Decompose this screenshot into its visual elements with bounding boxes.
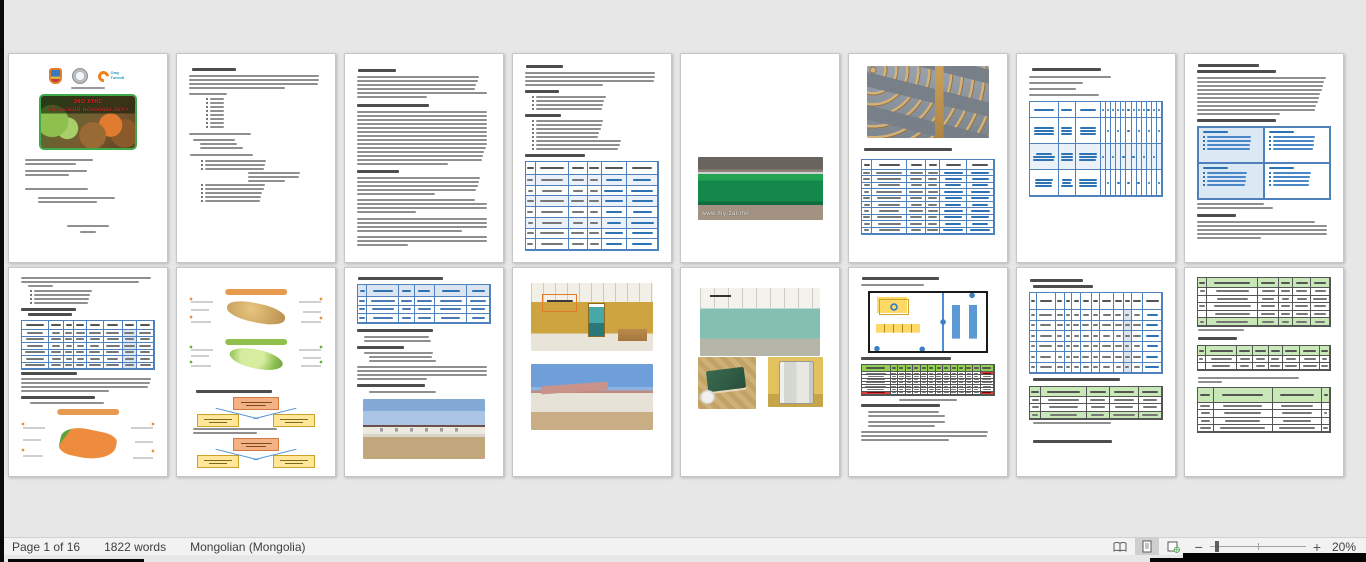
document-page-9[interactable] <box>8 267 168 477</box>
document-page-7[interactable] <box>1016 53 1176 263</box>
zoom-controls: − + 20% <box>1195 540 1356 554</box>
document-table <box>525 161 659 251</box>
round-logo <box>71 68 88 84</box>
document-table <box>1197 387 1331 433</box>
zoom-out-button[interactable]: − <box>1195 540 1203 554</box>
logo-label: Оюу Толгой <box>110 70 125 80</box>
document-table <box>1197 277 1331 327</box>
read-mode-icon <box>1113 541 1127 552</box>
read-mode-button[interactable] <box>1108 538 1132 555</box>
language-indicator[interactable]: Mongolian (Mongolia) <box>190 540 305 554</box>
status-bar-left: Page 1 of 16 1822 words Mongolian (Mongo… <box>4 540 306 554</box>
photo-watermark: www.my-zar.mn <box>701 211 750 217</box>
fridge-photo <box>767 357 823 407</box>
document-table <box>861 159 995 235</box>
logo-row: Оюу Толгой <box>21 67 155 85</box>
carrot-infographic <box>21 408 155 474</box>
document-page-10[interactable] <box>176 267 336 477</box>
page-grid: Оюу Толгой ЭКО ХҮНС «Хүнсний ногооны зах» w… <box>8 53 1344 477</box>
view-shortcuts <box>1108 538 1186 555</box>
orange-arc-icon <box>95 68 111 84</box>
document-page-14[interactable] <box>848 267 1008 477</box>
document-canvas[interactable]: Оюу Толгой ЭКО ХҮНС «Хүнсний ногооны зах» w… <box>4 0 1366 537</box>
building-photo <box>363 399 485 459</box>
word-window: Оюу Толгой ЭКО ХҮНС «Хүнсний ногооны зах» w… <box>0 0 1366 562</box>
document-table <box>1029 386 1163 420</box>
shelves-photo <box>867 66 989 138</box>
tealroom-photo <box>700 288 820 356</box>
whitehouse-photo <box>531 364 653 430</box>
zoom-slider-center-tick <box>1257 543 1259 550</box>
status-bar: Page 1 of 16 1822 words Mongolian (Mongo… <box>4 537 1366 555</box>
zoom-in-button[interactable]: + <box>1313 540 1321 554</box>
document-table <box>357 284 491 324</box>
emblem-logo <box>48 68 62 84</box>
web-layout-icon <box>1167 541 1181 553</box>
window-edge-artifact-corner <box>1183 553 1366 562</box>
oyu-tolgoi-logo: Оюу Толгой <box>95 68 128 84</box>
document-table <box>1029 292 1163 374</box>
print-layout-icon <box>1142 540 1152 553</box>
scale-photo <box>697 357 756 409</box>
document-page-12[interactable] <box>512 267 672 477</box>
greenbin-photo: www.my-zar.mn <box>697 157 823 220</box>
org-chart <box>189 438 323 468</box>
cabbage-infographic <box>189 338 323 376</box>
document-table <box>861 364 995 396</box>
document-table <box>1197 345 1331 371</box>
cover-image: ЭКО ХҮНС «Хүнсний ногооны зах» <box>39 94 137 150</box>
document-page-11[interactable] <box>344 267 504 477</box>
page-indicator[interactable]: Page 1 of 16 <box>12 540 80 554</box>
document-table <box>1029 101 1163 197</box>
document-page-4[interactable] <box>512 53 672 263</box>
document-page-1[interactable]: Оюу Толгой ЭКО ХҮНС «Хүнсний ногооны зах» <box>8 53 168 263</box>
org-chart <box>189 397 323 427</box>
document-page-6[interactable] <box>848 53 1008 263</box>
document-table <box>21 320 155 370</box>
zoom-slider-handle[interactable] <box>1214 541 1219 552</box>
zoom-slider[interactable] <box>1209 540 1306 553</box>
yellowroom-photo <box>531 283 653 351</box>
document-page-8[interactable] <box>1184 53 1344 263</box>
document-page-3[interactable] <box>344 53 504 263</box>
document-page-13[interactable] <box>680 267 840 477</box>
document-page-16[interactable] <box>1184 267 1344 477</box>
potato-infographic <box>189 288 323 334</box>
zoom-level[interactable]: 20% <box>1328 540 1356 554</box>
word-count[interactable]: 1822 words <box>104 540 166 554</box>
crates-photo <box>698 69 823 154</box>
cover-subtitle: «Хүнсний ногооны зах» <box>47 105 129 113</box>
document-page-5[interactable]: www.my-zar.mn <box>680 53 840 263</box>
swot-table <box>1197 126 1331 200</box>
floor-plan-diagram <box>868 291 988 353</box>
document-page-2[interactable] <box>176 53 336 263</box>
document-page-15[interactable] <box>1016 267 1176 477</box>
print-layout-button[interactable] <box>1134 538 1159 555</box>
